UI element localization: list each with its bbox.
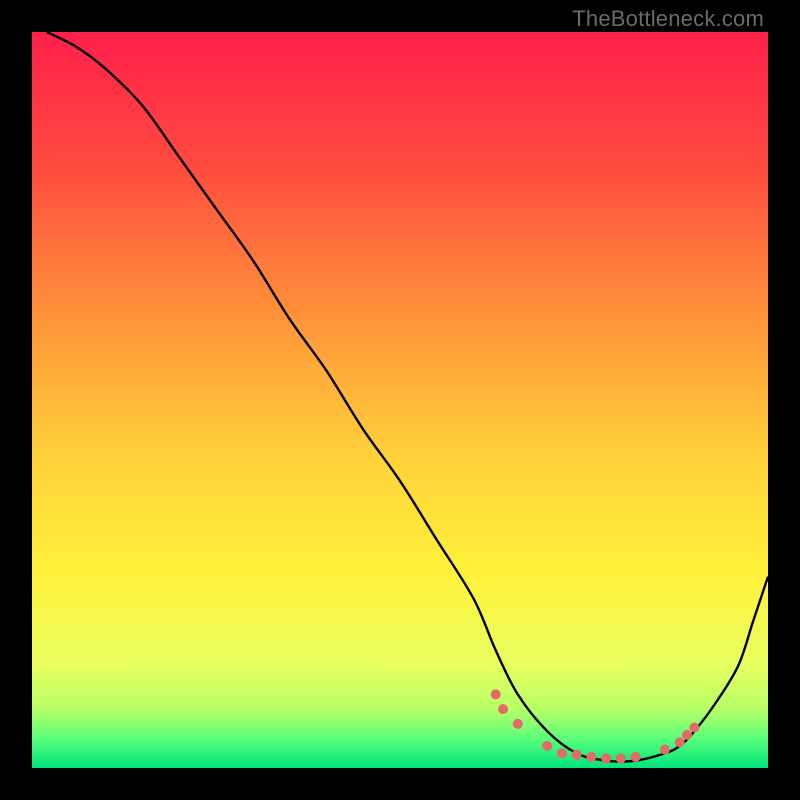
sample-point [557, 748, 567, 758]
watermark-text: TheBottleneck.com [572, 6, 764, 32]
sample-point [616, 753, 626, 763]
sample-point [491, 689, 501, 699]
gradient-background [32, 32, 768, 768]
sample-point [601, 753, 611, 763]
sample-point [542, 741, 552, 751]
sample-point [586, 752, 596, 762]
sample-point [689, 723, 699, 733]
sample-point [682, 730, 692, 740]
sample-point [631, 752, 641, 762]
sample-point [660, 745, 670, 755]
sample-point [513, 719, 523, 729]
sample-point [675, 737, 685, 747]
sample-point [498, 704, 508, 714]
sample-point [572, 750, 582, 760]
chart-frame [32, 32, 768, 768]
chart-svg [32, 32, 768, 768]
